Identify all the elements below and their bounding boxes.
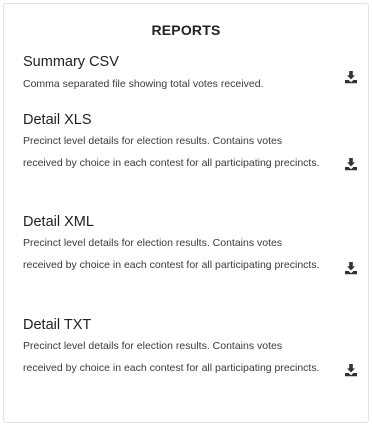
panel-title: REPORTS	[151, 22, 221, 38]
download-icon	[345, 71, 357, 84]
download-icon	[345, 158, 357, 171]
download-detail-xls-button[interactable]	[344, 157, 358, 171]
report-description: Precinct level details for election resu…	[23, 340, 320, 374]
report-description: Comma separated file showing total votes…	[23, 78, 264, 90]
download-summary-csv-button[interactable]	[344, 70, 358, 84]
reports-panel: REPORTS Summary CSV Comma separated file…	[3, 3, 369, 423]
report-detail-xls: Detail XLS Precinct level details for el…	[23, 111, 368, 174]
report-detail-xml: Detail XML Precinct level details for el…	[23, 213, 368, 276]
report-title: Summary CSV	[23, 54, 119, 70]
download-icon	[345, 364, 357, 377]
report-description: Precinct level details for election resu…	[23, 237, 320, 271]
report-summary-csv: Summary CSV Comma separated file showing…	[23, 53, 368, 91]
report-title: Detail TXT	[23, 317, 92, 333]
report-title: Detail XML	[23, 214, 94, 230]
download-detail-xml-button[interactable]	[344, 261, 358, 275]
report-detail-txt: Detail TXT Precinct level details for el…	[23, 316, 368, 379]
report-description: Precinct level details for election resu…	[23, 135, 320, 169]
download-icon	[345, 262, 357, 275]
report-title: Detail XLS	[23, 112, 92, 128]
download-detail-txt-button[interactable]	[344, 363, 358, 377]
